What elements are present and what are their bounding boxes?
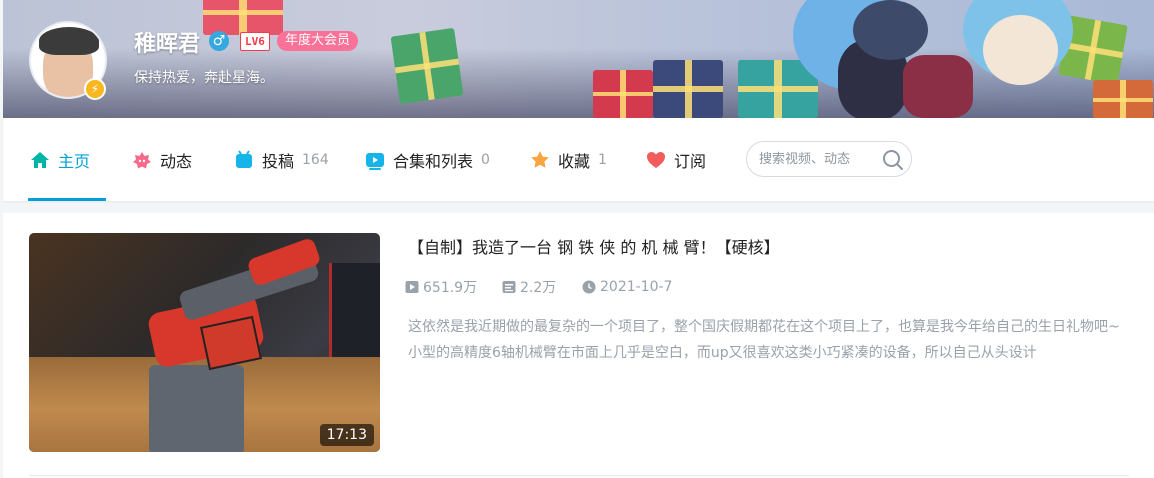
danmaku-count-value: 2.2万: [520, 280, 557, 296]
male-gender-icon: ♂: [209, 31, 229, 51]
tab-count: 0: [481, 151, 490, 168]
heart-icon: [645, 149, 667, 171]
tab-subscriptions[interactable]: 订阅: [645, 118, 706, 201]
gift-box-decoration: [203, 0, 283, 35]
anime-character-body: [903, 55, 973, 118]
home-icon: [29, 149, 51, 171]
tab-home[interactable]: 主页: [29, 118, 90, 201]
video-list: 17:13 【自制】我造了一台 钢 铁 侠 的 机 械 臂！【硬核】 651.9…: [3, 213, 1154, 478]
video-description: 这依然是我近期做的最复杂的一个项目了，整个国庆假期都花在这个项目上了，也算是我今…: [408, 319, 1120, 361]
active-tab-indicator: [28, 198, 106, 201]
tab-label: 主页: [58, 151, 91, 171]
dynamic-icon: [131, 149, 153, 171]
collection-icon: [364, 149, 386, 171]
plush-bunny: [983, 15, 1058, 85]
clock-icon: [582, 280, 596, 294]
avatar-hair: [39, 27, 99, 55]
tab-count: 164: [302, 151, 329, 168]
tab-label: 订阅: [674, 151, 707, 171]
danmaku-icon: [502, 280, 516, 294]
level-badge[interactable]: LV6: [240, 32, 270, 51]
gift-box-decoration: [1093, 80, 1153, 118]
tab-label: 动态: [160, 151, 193, 171]
search-icon[interactable]: [881, 148, 905, 172]
search-box[interactable]: [746, 141, 912, 177]
video-thumbnail[interactable]: 17:13: [29, 233, 380, 452]
profile-nav: 主页 动态 投稿 164 合集和列表 0 收藏 1 订阅: [3, 118, 1154, 201]
upload-icon: [233, 149, 255, 171]
profile-banner: ⚡ 稚晖君 ♂ LV6 年度大会员 保持热爱，奔赴星海。: [3, 0, 1154, 118]
tab-collections[interactable]: 合集和列表 0: [364, 118, 490, 201]
plush-bear: [853, 0, 928, 60]
tab-label: 合集和列表: [393, 151, 474, 171]
gift-box-decoration: [593, 70, 653, 118]
video-title[interactable]: 【自制】我造了一台 钢 铁 侠 的 机 械 臂！【硬核】: [408, 234, 780, 258]
tab-label: 投稿: [262, 151, 295, 171]
gift-box-decoration: [653, 60, 723, 118]
vip-badge[interactable]: 年度大会员: [277, 31, 359, 51]
thumbnail-arm-base: [149, 365, 244, 452]
danmaku-count: 2.2万: [502, 277, 556, 297]
play-count-value: 651.9万: [423, 280, 478, 296]
publish-date-value: 2021-10-7: [600, 279, 673, 295]
tab-dynamic[interactable]: 动态: [131, 118, 192, 201]
video-duration: 17:13: [319, 424, 374, 446]
play-icon: [405, 280, 419, 294]
tab-uploads[interactable]: 投稿 164: [233, 118, 329, 201]
search-input[interactable]: [759, 150, 877, 168]
lightning-icon: ⚡: [84, 78, 106, 100]
user-name[interactable]: 稚晖君: [134, 26, 200, 58]
favorite-icon: [529, 149, 551, 171]
tab-label: 收藏: [558, 151, 591, 171]
gift-box-decoration: [390, 27, 464, 105]
publish-date: 2021-10-7: [582, 277, 672, 297]
list-divider: [29, 475, 1129, 476]
play-count: 651.9万: [405, 277, 477, 297]
tab-favorites[interactable]: 收藏 1: [529, 118, 607, 201]
tab-count: 1: [598, 151, 607, 168]
user-sign: 保持热爱，奔赴星海。: [134, 70, 274, 86]
